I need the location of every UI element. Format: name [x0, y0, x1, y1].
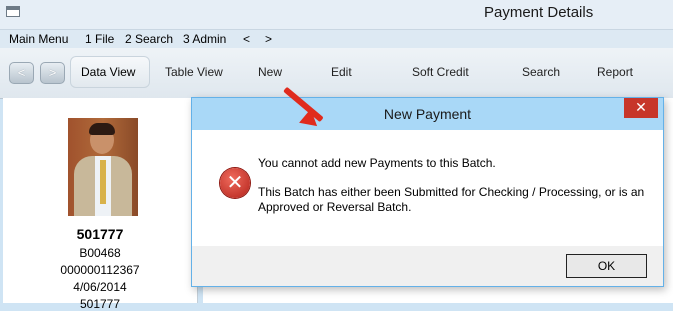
forward-button[interactable]: >: [40, 62, 65, 84]
table-view-button[interactable]: Table View: [165, 65, 223, 79]
data-view-label: Data View: [81, 65, 136, 79]
menu-forward-arrow[interactable]: >: [265, 32, 272, 46]
dialog-footer: OK: [192, 246, 663, 286]
ok-button[interactable]: OK: [566, 254, 647, 278]
menu-back-arrow[interactable]: <: [243, 32, 250, 46]
batch-number: B00468: [79, 246, 121, 260]
error-icon: ✕: [220, 168, 250, 198]
soft-credit-button[interactable]: Soft Credit: [412, 65, 469, 79]
dialog-titlebar: New Payment ✕: [192, 98, 663, 130]
dialog-message-secondary: This Batch has either been Submitted for…: [258, 185, 645, 214]
new-button[interactable]: New: [258, 65, 282, 79]
search-button[interactable]: Search: [522, 65, 560, 79]
dialog-message-primary: You cannot add new Payments to this Batc…: [258, 156, 496, 170]
edit-button[interactable]: Edit: [331, 65, 352, 79]
window-titlebar: Payment Details: [0, 0, 673, 30]
payment-date: 4/06/2014: [73, 280, 127, 294]
payment-number: 000000112367: [60, 263, 140, 277]
menu-item-search[interactable]: 2 Search: [125, 32, 173, 46]
app-window-icon: [6, 6, 20, 17]
menu-item-file[interactable]: 1 File: [85, 32, 114, 46]
dialog-close-button[interactable]: ✕: [624, 98, 658, 118]
window-title: Payment Details: [484, 4, 594, 21]
photo-hair: [89, 123, 115, 135]
toolbar: < > Data View Table View New Edit Soft C…: [0, 48, 673, 99]
contact-photo: [68, 118, 138, 216]
dialog-content: ✕ You cannot add new Payments to this Ba…: [200, 130, 655, 240]
menu-bar: Main Menu 1 File 2 Search 3 Admin < >: [0, 30, 673, 48]
record-extra-id: 501777: [79, 297, 121, 311]
data-view-tab[interactable]: Data View: [70, 56, 150, 88]
dialog-title: New Payment: [383, 106, 472, 122]
photo-tie: [100, 160, 106, 204]
menu-item-admin[interactable]: 3 Admin: [183, 32, 226, 46]
menu-item-main-menu[interactable]: Main Menu: [9, 32, 68, 46]
record-summary-panel: 501777 B00468 000000112367 4/06/2014 501…: [3, 98, 198, 311]
report-button[interactable]: Report: [597, 65, 633, 79]
back-button[interactable]: <: [9, 62, 34, 84]
record-id: 501777: [76, 226, 124, 242]
new-payment-dialog: New Payment ✕ ✕ You cannot add new Payme…: [191, 97, 664, 287]
